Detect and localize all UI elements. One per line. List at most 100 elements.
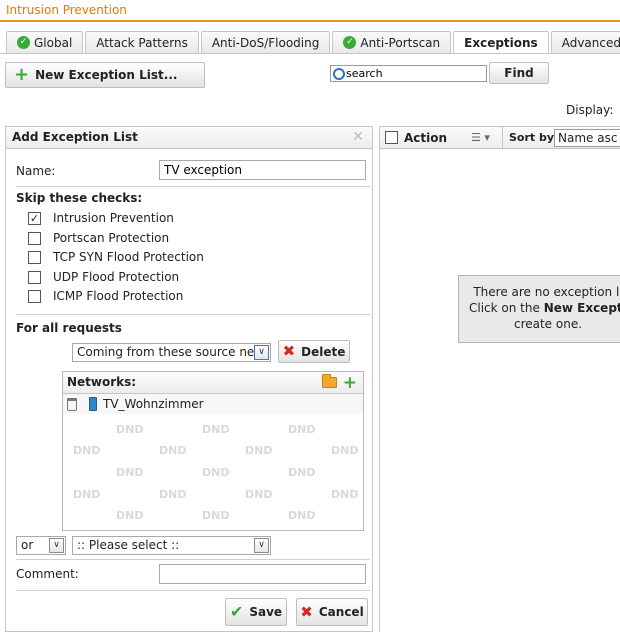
tab-advanced[interactable]: Advanced: [550, 31, 620, 53]
network-name: TV_Wohnzimmer: [103, 397, 204, 411]
checkbox[interactable]: [28, 231, 41, 245]
dnd-watermark: DND: [245, 444, 273, 457]
chevron-down-icon: ∨: [254, 345, 269, 360]
comment-label: Comment:: [16, 567, 79, 581]
networks-box: Networks: + TV_Wohnzimmer DND DND DND DN…: [62, 371, 364, 531]
dnd-watermark: DND: [202, 466, 230, 479]
or-value: or: [21, 538, 34, 552]
dnd-watermark: DND: [331, 444, 359, 457]
new-exception-list-label: New Exception List...: [35, 68, 178, 82]
panel-title: Add Exception List: [12, 130, 138, 144]
tab-divider: [0, 53, 620, 54]
folder-icon[interactable]: [322, 374, 337, 388]
ok-check-icon: ✓: [17, 36, 30, 49]
condition-select[interactable]: Coming from these source netw ∨: [72, 343, 271, 362]
empty-line-3: create one.: [513, 317, 583, 331]
exception-list-panel: Action ☰ ▾ Sort by: Name asc There are n…: [379, 126, 620, 632]
check-udp-flood[interactable]: UDP Flood Protection: [28, 270, 179, 284]
condition-value: Coming from these source netw: [77, 345, 269, 359]
tab-label: Attack Patterns: [96, 35, 188, 50]
check-portscan-protection[interactable]: Portscan Protection: [28, 231, 169, 245]
dnd-watermark: DND: [159, 444, 187, 457]
or-select[interactable]: or ∨: [16, 536, 66, 555]
cancel-x-icon: ✖: [300, 602, 313, 621]
divider: [16, 314, 370, 315]
chevron-down-icon: ∨: [49, 538, 64, 553]
tab-label: Anti-Portscan: [360, 35, 441, 50]
list-header: Action ☰ ▾ Sort by: Name asc: [380, 127, 620, 149]
select-all-checkbox[interactable]: [385, 131, 398, 144]
plus-icon: +: [14, 64, 30, 85]
tab-label: Advanced: [561, 35, 620, 50]
dnd-watermark: DND: [288, 509, 316, 522]
search-icon: [333, 67, 345, 80]
ok-check-icon: ✓: [343, 36, 357, 49]
dnd-watermark: DND: [202, 509, 230, 522]
name-label: Name:: [16, 164, 56, 178]
checkbox[interactable]: [28, 289, 41, 303]
save-label: Save: [249, 605, 283, 619]
action-label: Action: [404, 131, 448, 145]
dnd-watermark: DND: [116, 466, 144, 479]
empty-line-1: There are no exception li: [473, 285, 620, 299]
cancel-button[interactable]: ✖ Cancel: [296, 598, 368, 626]
empty-line-2: Click on the New Exception: [469, 300, 620, 316]
tab-exceptions[interactable]: Exceptions: [453, 31, 549, 54]
panel-header: Add Exception List ✕: [6, 127, 372, 149]
check-icmp-flood[interactable]: ICMP Flood Protection: [28, 289, 183, 303]
dnd-watermark: DND: [331, 488, 359, 501]
delete-x-icon: ✖: [282, 342, 296, 360]
networks-header: Networks: +: [63, 372, 363, 394]
delete-button[interactable]: ✖ Delete: [278, 340, 350, 363]
close-icon[interactable]: ✕: [352, 129, 364, 145]
chevron-down-icon: ∨: [254, 538, 269, 553]
dnd-watermark: DND: [202, 423, 230, 436]
dnd-watermark: DND: [159, 488, 187, 501]
check-intrusion-prevention[interactable]: ✓ Intrusion Prevention: [28, 211, 174, 225]
tab-global[interactable]: ✓ Global: [6, 31, 84, 53]
empty-line-2-bold: New Exception: [543, 301, 620, 315]
sort-select[interactable]: Name asc: [554, 129, 620, 147]
empty-line-2-prefix: Click on the: [469, 301, 544, 315]
divider: [16, 590, 370, 591]
search-input[interactable]: [346, 67, 476, 80]
dnd-watermark: DND: [116, 423, 144, 436]
please-select[interactable]: :: Please select :: ∨: [72, 536, 271, 555]
dnd-watermark: DND: [73, 444, 101, 457]
list-item[interactable]: TV_Wohnzimmer: [63, 394, 363, 414]
divider: [16, 186, 370, 187]
tab-attack-patterns[interactable]: Attack Patterns: [85, 31, 199, 53]
app-title: Intrusion Prevention: [0, 0, 620, 22]
save-button[interactable]: ✔ Save: [225, 598, 287, 626]
empty-message: There are no exception li Click on the N…: [458, 275, 620, 343]
please-select-value: :: Please select ::: [77, 538, 180, 552]
tab-label: Exceptions: [464, 36, 538, 50]
skip-checks-title: Skip these checks:: [16, 191, 143, 205]
add-exception-panel: Add Exception List ✕ Name: Skip these ch…: [5, 126, 373, 632]
tab-bar: ✓ Global Attack Patterns Anti-DoS/Floodin…: [6, 31, 620, 54]
tab-anti-portscan[interactable]: ✓ Anti-Portscan: [332, 31, 452, 53]
divider: [502, 127, 503, 149]
check-label: TCP SYN Flood Protection: [53, 250, 204, 264]
dnd-watermark: DND: [245, 488, 273, 501]
checkbox[interactable]: [28, 250, 41, 264]
add-icon[interactable]: +: [343, 373, 357, 393]
checkbox-checked[interactable]: ✓: [28, 211, 41, 225]
check-label: Portscan Protection: [53, 231, 170, 245]
tab-anti-dos-flooding[interactable]: Anti-DoS/Flooding: [200, 31, 331, 53]
dnd-watermark: DND: [116, 509, 144, 522]
trash-icon[interactable]: [67, 397, 77, 411]
delete-label: Delete: [301, 344, 346, 359]
search-box: [330, 65, 487, 82]
new-exception-list-button[interactable]: + New Exception List...: [5, 62, 205, 88]
check-tcp-syn-flood[interactable]: TCP SYN Flood Protection: [28, 250, 204, 264]
find-button[interactable]: Find: [489, 62, 549, 84]
list-menu-icon[interactable]: ☰ ▾: [471, 131, 490, 144]
checkbox[interactable]: [28, 270, 41, 284]
cancel-label: Cancel: [318, 605, 364, 619]
dnd-watermark: DND: [288, 466, 316, 479]
comment-input[interactable]: [159, 564, 366, 584]
name-input[interactable]: [159, 160, 366, 180]
sortby-label: Sort by:: [509, 131, 559, 144]
check-label: UDP Flood Protection: [53, 270, 180, 284]
